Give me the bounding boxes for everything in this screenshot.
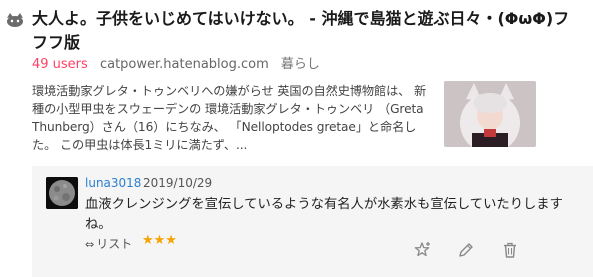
bookmark-comment: luna3018 2019/10/29 血液クレンジングを宣伝しているような有名… [32, 166, 593, 277]
list-button[interactable]: ⇔ リスト [85, 235, 132, 252]
add-star-icon[interactable] [414, 241, 432, 259]
link-icon: ⇔ [85, 238, 95, 251]
entry-title-link[interactable]: 大人よ。子供をいじめてはいけない。 - 沖縄で島猫と遊ぶ日々・(ΦωΦ)フフフ版 [32, 7, 584, 55]
entry-meta: 49 users catpower.hatenablog.com 暮らし [32, 56, 320, 74]
avatar[interactable] [46, 177, 78, 209]
entry-category-link[interactable]: 暮らし [281, 57, 320, 72]
cat-face-icon [7, 13, 23, 27]
entry-summary: 環境活動家グレタ・トゥンベリへの嫌がらせ 英国の自然史博物館は、 新種の小型甲虫… [32, 84, 427, 152]
entry-thumbnail[interactable] [444, 81, 536, 147]
entry-domain-link[interactable]: catpower.hatenablog.com [100, 57, 269, 72]
comment-username[interactable]: luna3018 [85, 176, 141, 190]
star-rating[interactable]: ★★★ [142, 233, 177, 248]
comment-text: 血液クレンジングを宣伝しているような有名人が水素水も宣伝していたりしますね。 [85, 197, 563, 232]
trash-icon[interactable] [501, 241, 519, 259]
bookmark-users-count[interactable]: 49 users [32, 57, 88, 72]
pencil-icon[interactable] [457, 241, 475, 259]
list-label: リスト [96, 237, 133, 251]
comment-date: 2019/10/29 [143, 176, 213, 190]
